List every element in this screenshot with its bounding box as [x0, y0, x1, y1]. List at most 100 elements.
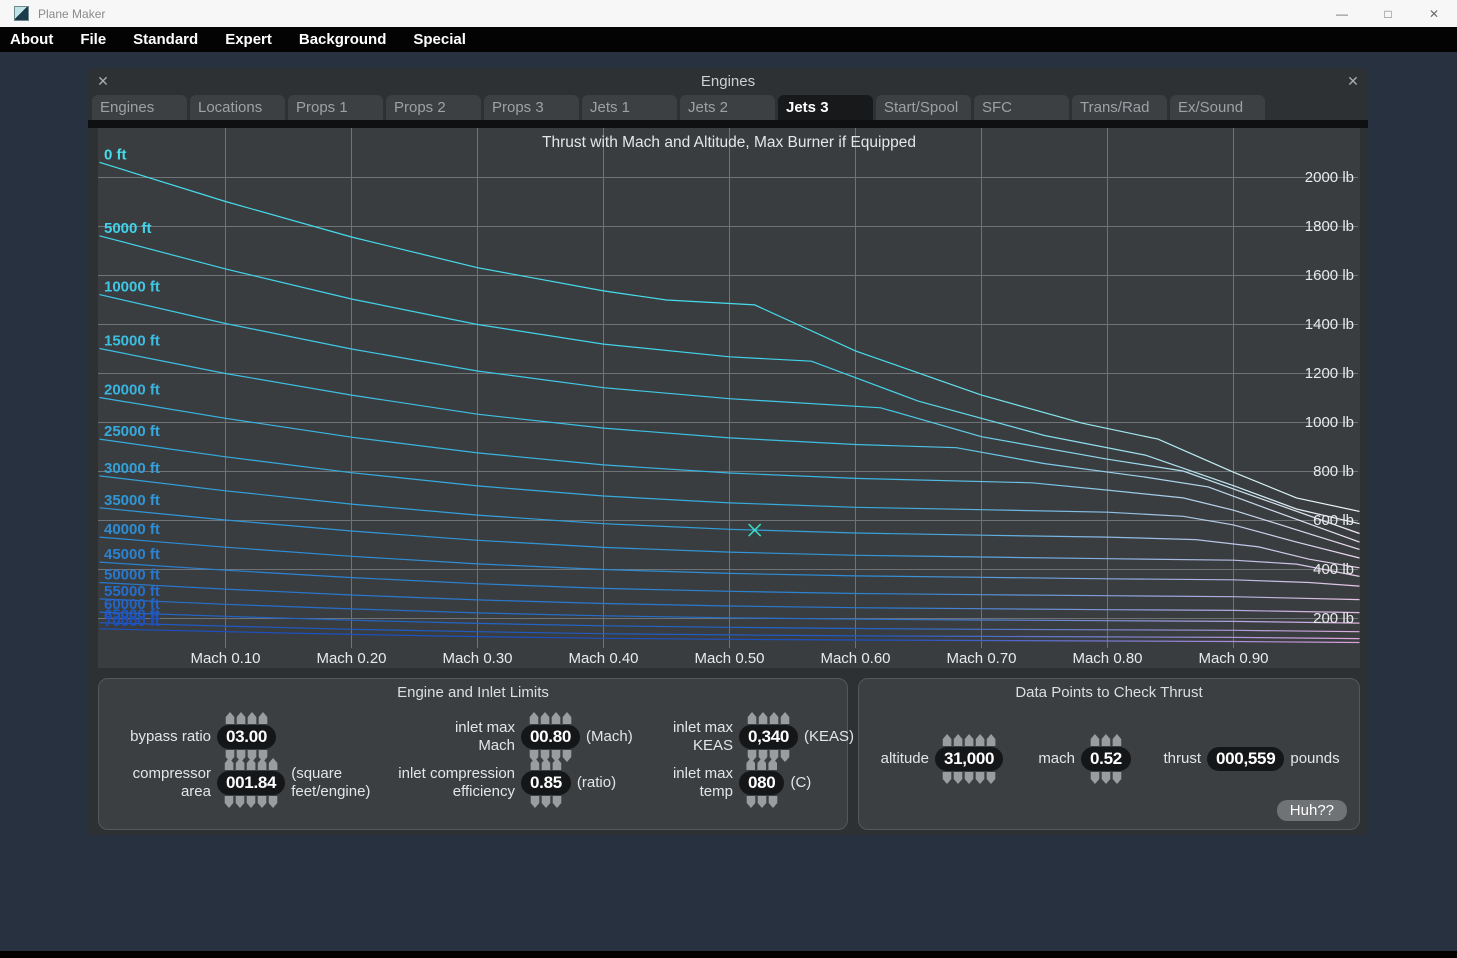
arrow-down-icon[interactable] — [224, 796, 234, 808]
y-axis-tick-label: 1400 lb — [1305, 316, 1354, 333]
arrow-down-icon[interactable] — [986, 772, 996, 784]
y-axis-tick-label: 200 lb — [1313, 610, 1354, 627]
chart-grid — [98, 128, 1358, 648]
arrow-up-icon[interactable] — [257, 758, 267, 770]
altitude-label: 45000 ft — [104, 546, 160, 563]
tab-props-1[interactable]: Props 1 — [288, 95, 383, 120]
arrow-down-icon[interactable] — [530, 796, 540, 808]
window-titlebar: Plane Maker — □ ✕ — [0, 0, 1457, 27]
arrow-up-icon[interactable] — [258, 712, 268, 724]
arrow-up-icon[interactable] — [975, 734, 985, 746]
menu-item-about[interactable]: About — [10, 31, 53, 48]
inlet-max-temp-value[interactable]: 080 — [739, 771, 784, 795]
arrow-up-icon[interactable] — [225, 712, 235, 724]
arrow-down-icon[interactable] — [746, 796, 756, 808]
arrow-up-icon[interactable] — [224, 758, 234, 770]
stepper-arrows-down — [746, 796, 778, 808]
engines-dialog: ✕ Engines ✕ EnginesLocationsProps 1Props… — [88, 68, 1368, 835]
arrow-up-icon[interactable] — [942, 734, 952, 746]
arrow-up-icon[interactable] — [551, 712, 561, 724]
arrow-up-icon[interactable] — [986, 734, 996, 746]
arrow-down-icon[interactable] — [757, 796, 767, 808]
arrow-up-icon[interactable] — [235, 758, 245, 770]
arrow-up-icon[interactable] — [746, 758, 756, 770]
tab-props-3[interactable]: Props 3 — [484, 95, 579, 120]
altitude-value[interactable]: 31,000 — [935, 747, 1003, 771]
arrow-down-icon[interactable] — [768, 796, 778, 808]
tab-jets-2[interactable]: Jets 2 — [680, 95, 775, 120]
inlet-max-keas-value[interactable]: 0,340 — [739, 725, 798, 749]
arrow-down-icon[interactable] — [268, 796, 278, 808]
thrust-value[interactable]: 000,559 — [1207, 747, 1284, 771]
stepper-arrows-down — [224, 796, 278, 808]
x-axis-tick-label: Mach 0.40 — [568, 650, 638, 667]
tab-sfc[interactable]: SFC — [974, 95, 1069, 120]
tab-jets-1[interactable]: Jets 1 — [582, 95, 677, 120]
arrow-down-icon[interactable] — [257, 796, 267, 808]
huh-button[interactable]: Huh?? — [1277, 800, 1347, 821]
arrow-up-icon[interactable] — [768, 758, 778, 770]
arrow-down-icon[interactable] — [1101, 772, 1111, 784]
arrow-up-icon[interactable] — [1101, 734, 1111, 746]
tab-start-spool[interactable]: Start/Spool — [876, 95, 971, 120]
bypass-ratio-value[interactable]: 03.00 — [217, 725, 276, 749]
mach-value[interactable]: 0.52 — [1081, 747, 1131, 771]
arrow-up-icon[interactable] — [562, 712, 572, 724]
arrow-up-icon[interactable] — [541, 758, 551, 770]
tab-engines[interactable]: Engines — [92, 95, 187, 120]
menu-item-background[interactable]: Background — [299, 31, 387, 48]
close-icon[interactable]: ✕ — [1411, 0, 1457, 27]
stepper-arrows-up — [530, 758, 562, 770]
arrow-up-icon[interactable] — [268, 758, 278, 770]
stepper-arrows-up — [1090, 734, 1122, 746]
tab-ex-sound[interactable]: Ex/Sound — [1170, 95, 1265, 120]
menu-item-special[interactable]: Special — [413, 31, 466, 48]
arrow-down-icon[interactable] — [235, 796, 245, 808]
inlet-compression-efficiency-value[interactable]: 0.85 — [521, 771, 571, 795]
arrow-up-icon[interactable] — [552, 758, 562, 770]
arrow-up-icon[interactable] — [964, 734, 974, 746]
arrow-up-icon[interactable] — [780, 712, 790, 724]
arrow-up-icon[interactable] — [757, 758, 767, 770]
dialog-close-right-icon[interactable]: ✕ — [1340, 73, 1366, 90]
arrow-down-icon[interactable] — [975, 772, 985, 784]
arrow-up-icon[interactable] — [953, 734, 963, 746]
arrow-up-icon[interactable] — [530, 758, 540, 770]
arrow-up-icon[interactable] — [758, 712, 768, 724]
arrow-down-icon[interactable] — [953, 772, 963, 784]
arrow-up-icon[interactable] — [769, 712, 779, 724]
field-label: altitude — [873, 750, 929, 768]
menu-item-file[interactable]: File — [80, 31, 106, 48]
arrow-down-icon[interactable] — [541, 796, 551, 808]
arrow-up-icon[interactable] — [236, 712, 246, 724]
arrow-down-icon[interactable] — [942, 772, 952, 784]
tab-jets-3[interactable]: Jets 3 — [778, 95, 873, 120]
inlet-max-mach-value[interactable]: 00.80 — [521, 725, 580, 749]
arrow-down-icon[interactable] — [552, 796, 562, 808]
data-points-panel: Data Points to Check Thrust Huh?? altitu… — [858, 678, 1360, 830]
compressor-area-value[interactable]: 001.84 — [217, 771, 285, 795]
arrow-down-icon[interactable] — [1090, 772, 1100, 784]
arrow-down-icon[interactable] — [246, 796, 256, 808]
arrow-up-icon[interactable] — [1090, 734, 1100, 746]
arrow-up-icon[interactable] — [1112, 734, 1122, 746]
arrow-up-icon[interactable] — [529, 712, 539, 724]
x-axis-tick-label: Mach 0.50 — [694, 650, 764, 667]
tab-props-2[interactable]: Props 2 — [386, 95, 481, 120]
arrow-up-icon[interactable] — [747, 712, 757, 724]
arrow-down-icon[interactable] — [1112, 772, 1122, 784]
stepper-inlet-max-temp: 080 — [739, 758, 784, 808]
menu-item-expert[interactable]: Expert — [225, 31, 272, 48]
tab-trans-rad[interactable]: Trans/Rad — [1072, 95, 1167, 120]
arrow-up-icon[interactable] — [246, 758, 256, 770]
arrow-up-icon[interactable] — [247, 712, 257, 724]
tab-locations[interactable]: Locations — [190, 95, 285, 120]
minimize-icon[interactable]: — — [1319, 0, 1365, 27]
menu-item-standard[interactable]: Standard — [133, 31, 198, 48]
arrow-up-icon[interactable] — [540, 712, 550, 724]
dialog-close-left-icon[interactable]: ✕ — [90, 73, 116, 90]
field-unit: (square feet/engine) — [291, 765, 370, 800]
maximize-icon[interactable]: □ — [1365, 0, 1411, 27]
x-axis-tick-label: Mach 0.90 — [1198, 650, 1268, 667]
arrow-down-icon[interactable] — [964, 772, 974, 784]
